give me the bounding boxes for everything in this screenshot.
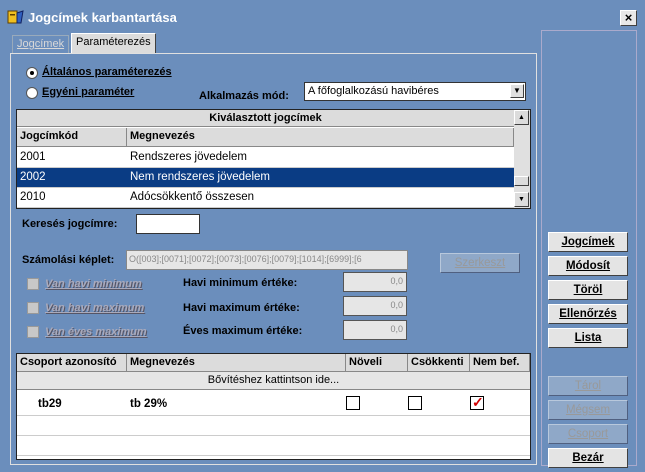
close-window-button[interactable]: Bezár — [548, 448, 628, 468]
radio-individual[interactable] — [26, 87, 38, 99]
column-header-decreases[interactable]: Csökkenti — [408, 354, 470, 372]
empty-row — [17, 436, 530, 456]
empty-row — [17, 416, 530, 436]
jogcimek-button[interactable]: Jogcímek — [548, 232, 628, 252]
app-icon — [7, 10, 24, 24]
formula-field[interactable]: O([003];[0071];[0072];[0073];[0076];[007… — [126, 250, 408, 270]
cell-code: 2002 — [20, 171, 46, 183]
mode-select[interactable]: A főfoglalkozású havibéres ▼ — [304, 82, 526, 101]
save-button[interactable]: Tárol — [548, 376, 628, 396]
cell-name: Adócsökkentő összesen — [130, 191, 255, 203]
column-header-group-name[interactable]: Megnevezés — [127, 354, 346, 372]
group-button[interactable]: Csoport — [548, 424, 628, 444]
expand-hint-row[interactable]: Bővítéshez kattintson ide... — [17, 372, 530, 390]
monthly-max-checkbox-label: Van havi maximum — [45, 302, 145, 314]
selected-jogcim-grid: Kiválasztott jogcímek Jogcímkód Megnevez… — [16, 109, 531, 209]
cancel-button[interactable]: Mégsem — [548, 400, 628, 420]
column-header-code[interactable]: Jogcímkód — [17, 128, 127, 147]
mode-label: Alkalmazás mód: — [199, 90, 289, 102]
radio-individual-label: Egyéni paraméter — [42, 86, 135, 98]
cell-name: Nem rendszeres jövedelem — [130, 171, 270, 183]
radio-general-label: Általános paraméterezés — [42, 66, 172, 78]
scroll-up-icon[interactable]: ▲ — [514, 110, 529, 125]
modify-button[interactable]: Módosít — [548, 256, 628, 276]
title-bar: Jogcímek karbantartása × — [0, 0, 645, 30]
delete-button[interactable]: Töröl — [548, 280, 628, 300]
scroll-thumb[interactable] — [514, 176, 529, 186]
decreases-checkbox[interactable] — [408, 396, 422, 410]
window-title: Jogcímek karbantartása — [28, 10, 177, 25]
group-grid: Csoport azonosító Megnevezés Növeli Csök… — [16, 353, 531, 460]
monthly-min-checkbox-label: Van havi minimum — [45, 278, 142, 290]
monthly-max-label: Havi maximum értéke: — [183, 302, 300, 314]
tab-parameterezes[interactable]: Paraméterezés — [71, 33, 156, 54]
table-row[interactable]: 2010 Adócsökkentő összesen — [17, 188, 514, 208]
monthly-min-checkbox[interactable] — [27, 278, 39, 290]
not-affected-checkbox[interactable] — [470, 393, 484, 412]
monthly-max-value[interactable]: 0,0 — [343, 296, 407, 316]
radio-general[interactable] — [26, 67, 38, 79]
yearly-max-checkbox[interactable] — [27, 326, 39, 338]
vertical-scrollbar[interactable]: ▲ ▼ — [514, 110, 530, 208]
column-header-increases[interactable]: Növeli — [346, 354, 408, 372]
column-header-group-id[interactable]: Csoport azonosító — [17, 354, 127, 372]
cell-group-id: tb29 — [38, 398, 62, 410]
monthly-min-label: Havi minimum értéke: — [183, 277, 298, 289]
table-row[interactable]: 2001 Rendszeres jövedelem — [17, 148, 514, 168]
list-button[interactable]: Lista — [548, 328, 628, 348]
monthly-min-value[interactable]: 0,0 — [343, 272, 407, 292]
table-row-selected[interactable]: 2002 Nem rendszeres jövedelem — [17, 168, 514, 188]
cell-name: Rendszeres jövedelem — [130, 151, 247, 163]
increases-checkbox[interactable] — [346, 396, 360, 410]
cell-code: 2010 — [20, 191, 46, 203]
search-label: Keresés jogcímre: — [22, 218, 118, 230]
grid-title: Kiválasztott jogcímek — [17, 110, 514, 127]
chevron-down-icon[interactable]: ▼ — [510, 84, 524, 98]
scroll-down-icon[interactable]: ▼ — [514, 192, 529, 207]
edit-formula-button[interactable]: Szerkeszt — [440, 253, 520, 273]
column-header-not-affected[interactable]: Nem bef. — [470, 354, 530, 372]
yearly-max-value[interactable]: 0,0 — [343, 320, 407, 340]
yearly-max-label: Éves maximum értéke: — [183, 325, 303, 337]
yearly-max-checkbox-label: Van éves maximum — [45, 326, 147, 338]
check-button[interactable]: Ellenőrzés — [548, 304, 628, 324]
mode-select-value: A főfoglalkozású havibéres — [308, 85, 439, 97]
tab-jogcimek[interactable]: Jogcímek — [12, 35, 70, 53]
close-button[interactable]: × — [620, 10, 637, 26]
formula-label: Számolási képlet: — [22, 254, 115, 266]
search-input[interactable] — [136, 214, 200, 234]
monthly-max-checkbox[interactable] — [27, 302, 39, 314]
cell-code: 2001 — [20, 151, 46, 163]
table-row[interactable]: tb29 tb 29% — [17, 393, 530, 416]
cell-group-name: tb 29% — [130, 398, 168, 410]
column-header-name[interactable]: Megnevezés — [127, 128, 514, 147]
